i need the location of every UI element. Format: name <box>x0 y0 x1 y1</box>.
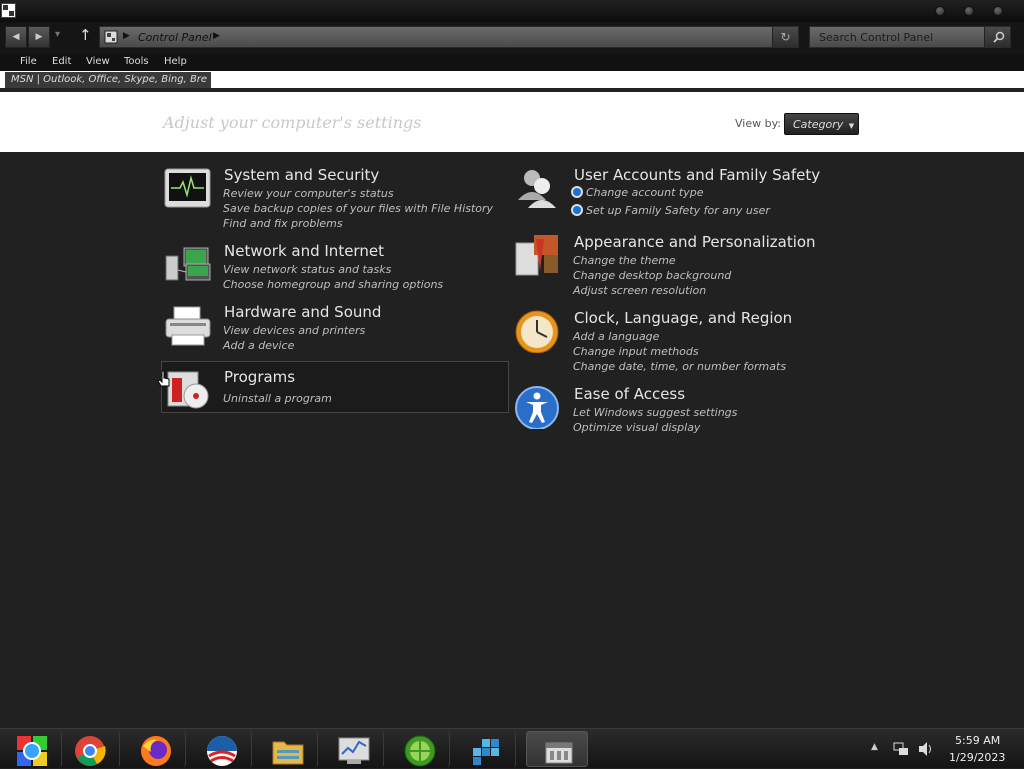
obama-logo-icon <box>207 736 237 766</box>
green-wheel-icon <box>404 735 436 767</box>
system-security-link[interactable]: System and Security <box>224 166 379 184</box>
view-by-dropdown[interactable]: Category ▼ <box>784 113 859 135</box>
title-bar <box>0 0 1024 22</box>
uac-shield-icon <box>571 186 583 198</box>
volume-icon[interactable] <box>917 741 935 757</box>
taskbar-file-explorer[interactable] <box>256 731 318 767</box>
taskbar-control-panel[interactable] <box>526 731 588 767</box>
control-panel-icon <box>104 30 118 44</box>
network-computers-icon <box>165 247 211 281</box>
blue-cubes-icon <box>473 739 499 765</box>
change-background-link[interactable]: Change desktop background <box>573 269 731 282</box>
programs-link[interactable]: Programs <box>224 368 295 386</box>
refresh-icon[interactable]: ↻ <box>772 27 798 47</box>
folder-icon <box>272 741 304 765</box>
search-button[interactable] <box>984 27 1010 47</box>
search-icon <box>993 31 1005 43</box>
forward-button[interactable]: ▶ <box>28 26 50 48</box>
clock-date[interactable]: 1/29/2023 <box>949 751 1005 764</box>
monitor-heartbeat-icon <box>164 168 211 208</box>
programs-hover-box[interactable] <box>161 361 509 413</box>
appearance-shirt-tie-icon <box>515 235 558 276</box>
input-methods-link[interactable]: Change input methods <box>573 345 699 358</box>
recent-pages-icon[interactable]: ▾ <box>55 29 60 40</box>
accessibility-icon <box>515 386 559 429</box>
change-account-type-link[interactable]: Change account type <box>571 186 704 199</box>
search-box <box>809 26 1011 48</box>
breadcrumb-control-panel[interactable]: Control Panel <box>138 31 212 44</box>
minimize-button[interactable] <box>935 6 945 16</box>
taskbar-chrome[interactable] <box>58 731 120 767</box>
favorites-bar: MSN | Outlook, Office, Skype, Bing, Bre <box>0 71 1024 90</box>
view-by-value: Category <box>793 118 844 131</box>
menu-file[interactable]: File <box>20 56 37 67</box>
taskbar-green-app[interactable] <box>388 731 450 767</box>
review-status-link[interactable]: Review your computer's status <box>223 187 394 200</box>
address-row: ◀ ▶ ▾ ↑ ▶ Control Panel ▶ ↻ <box>0 22 1024 54</box>
start-button[interactable] <box>0 731 62 767</box>
taskbar-firefox[interactable] <box>124 731 186 767</box>
page-title: Adjust your computer's settings <box>163 113 422 132</box>
up-arrow-icon[interactable]: ↑ <box>79 26 92 44</box>
users-icon <box>518 170 556 208</box>
printer-icon <box>165 306 211 346</box>
menu-view[interactable]: View <box>86 56 110 67</box>
homegroup-link[interactable]: Choose homegroup and sharing options <box>223 278 443 291</box>
firefox-icon <box>141 736 171 766</box>
uninstall-program-link[interactable]: Uninstall a program <box>223 392 332 405</box>
menu-bar: File Edit View Tools Help <box>0 54 1024 71</box>
change-theme-link[interactable]: Change the theme <box>573 254 676 267</box>
show-hidden-icons[interactable]: ▲ <box>871 742 878 752</box>
hardware-sound-link[interactable]: Hardware and Sound <box>224 303 381 321</box>
date-formats-link[interactable]: Change date, time, or number formats <box>573 360 786 373</box>
view-by-label: View by: <box>735 117 781 130</box>
ease-of-access-link[interactable]: Ease of Access <box>574 385 685 403</box>
screen-resolution-link[interactable]: Adjust screen resolution <box>573 284 706 297</box>
close-button[interactable] <box>993 6 1003 16</box>
taskbar: ▲ 5:59 AM 1/29/2023 <box>0 728 1024 768</box>
user-accounts-link[interactable]: User Accounts and Family Safety <box>574 166 820 184</box>
taskbar-cubes-app[interactable] <box>454 731 516 767</box>
chevron-down-icon: ▼ <box>848 122 855 130</box>
back-button[interactable]: ◀ <box>5 26 27 48</box>
performance-monitor-icon <box>338 737 370 764</box>
family-safety-link[interactable]: Set up Family Safety for any user <box>571 204 770 217</box>
favorite-msn[interactable]: MSN | Outlook, Office, Skype, Bing, Bre <box>5 72 211 88</box>
menu-tools[interactable]: Tools <box>124 56 149 67</box>
uac-shield-icon <box>571 204 583 216</box>
start-orb-icon <box>17 736 47 766</box>
taskbar-obama-app[interactable] <box>190 731 252 767</box>
devices-printers-link[interactable]: View devices and printers <box>223 324 365 337</box>
breadcrumb-chevron-icon[interactable]: ▶ <box>123 31 130 41</box>
app-icon[interactable] <box>1 3 16 18</box>
search-input[interactable] <box>810 27 984 47</box>
add-device-link[interactable]: Add a device <box>223 339 294 352</box>
clock-icon <box>515 310 559 353</box>
programs-disc-icon <box>167 371 209 409</box>
menu-edit[interactable]: Edit <box>52 56 71 67</box>
file-history-link[interactable]: Save backup copies of your files with Fi… <box>223 202 493 215</box>
windows-suggest-link[interactable]: Let Windows suggest settings <box>573 406 737 419</box>
menu-help[interactable]: Help <box>164 56 187 67</box>
find-fix-problems-link[interactable]: Find and fix problems <box>223 217 343 230</box>
clock-language-link[interactable]: Clock, Language, and Region <box>574 309 792 327</box>
page-header: Adjust your computer's settings View by:… <box>0 92 1024 152</box>
address-bar[interactable]: ▶ Control Panel ▶ ↻ <box>99 26 799 48</box>
add-language-link[interactable]: Add a language <box>573 330 659 343</box>
network-status-link[interactable]: View network status and tasks <box>223 263 391 276</box>
appearance-link[interactable]: Appearance and Personalization <box>574 233 816 251</box>
optimize-display-link[interactable]: Optimize visual display <box>573 421 700 434</box>
breadcrumb-chevron-icon[interactable]: ▶ <box>213 31 220 41</box>
control-panel-taskbar-icon <box>545 742 573 764</box>
taskbar-monitor-app[interactable] <box>322 731 384 767</box>
maximize-button[interactable] <box>964 6 974 16</box>
hand-cursor-icon <box>157 370 170 387</box>
chrome-icon <box>75 736 106 766</box>
clock-time[interactable]: 5:59 AM <box>955 734 1000 747</box>
network-internet-link[interactable]: Network and Internet <box>224 242 384 260</box>
network-icon[interactable] <box>893 741 909 757</box>
